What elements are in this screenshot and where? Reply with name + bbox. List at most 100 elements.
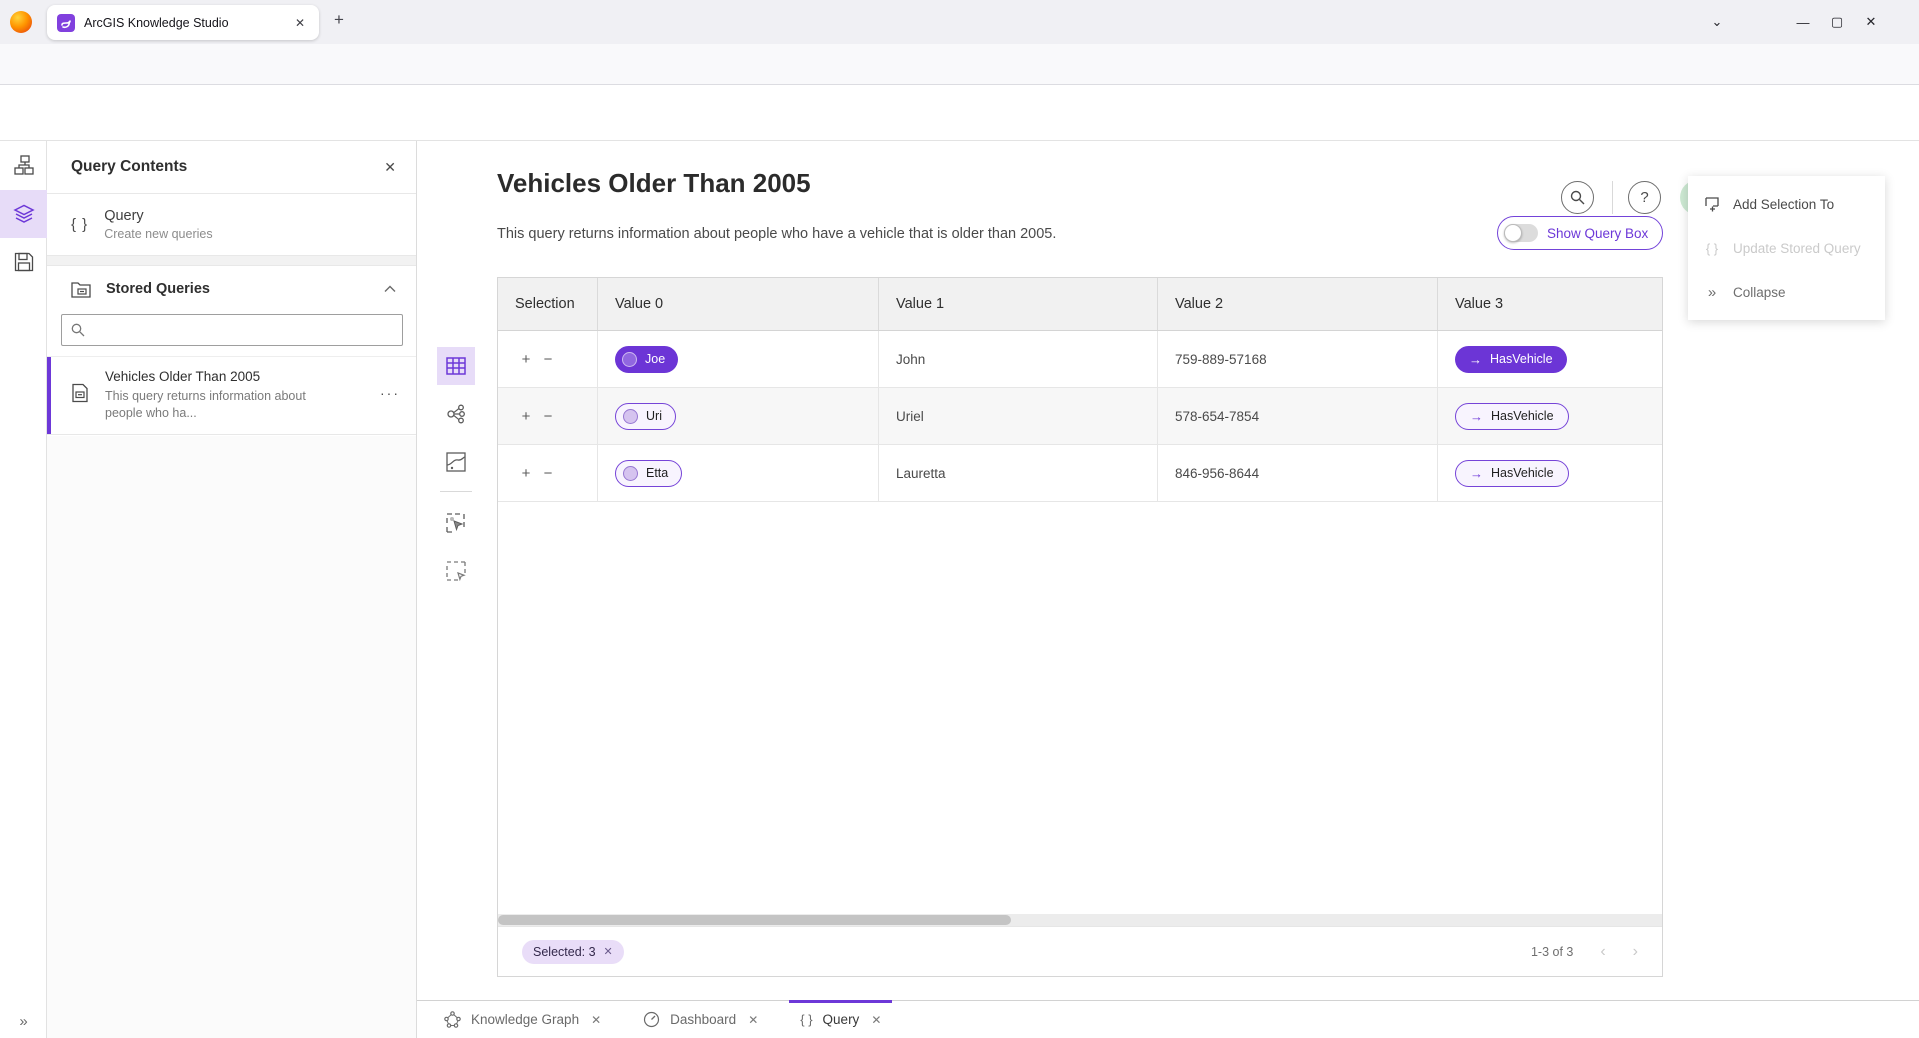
menu-item-label: Collapse: [1733, 285, 1786, 300]
sidebar-item-save[interactable]: [0, 238, 47, 286]
minimize-button[interactable]: —: [1786, 15, 1820, 30]
search-button[interactable]: [1561, 181, 1594, 214]
stored-queries-title: Stored Queries: [106, 281, 369, 297]
page-description: This query returns information about peo…: [497, 226, 1056, 242]
table-row[interactable]: + − Joe John 759-889-57168 → HasVehicle: [498, 331, 1662, 388]
table-view-button[interactable]: [437, 347, 475, 385]
close-panel-icon[interactable]: ✕: [384, 159, 396, 176]
help-button[interactable]: ?: [1628, 181, 1661, 214]
column-header[interactable]: Value 0: [598, 278, 879, 330]
header-divider: [1612, 181, 1613, 214]
column-header[interactable]: Value 3: [1438, 278, 1662, 330]
column-header[interactable]: Value 1: [879, 278, 1158, 330]
tab-query[interactable]: { } Query ✕: [779, 1001, 902, 1038]
menu-item-collapse[interactable]: » Collapse: [1688, 270, 1885, 314]
table-row[interactable]: + − Uri Uriel 578-654-7854 → HasVehicle: [498, 388, 1662, 445]
query-create-item[interactable]: { } Query Create new queries: [47, 194, 416, 256]
query-item-subtitle: Create new queries: [104, 227, 212, 241]
sidebar-item-data-model[interactable]: [0, 141, 47, 189]
entity-pill[interactable]: Uri: [615, 403, 676, 430]
column-header[interactable]: Selection: [498, 278, 598, 330]
add-to-selection-button[interactable]: +: [515, 408, 537, 425]
browser-tab[interactable]: ArcGIS Knowledge Studio ✕: [47, 5, 319, 40]
item-options-ellipsis-icon[interactable]: ···: [380, 385, 400, 401]
stored-query-document-icon: [71, 383, 89, 403]
new-tab-button[interactable]: +: [334, 10, 344, 30]
stored-queries-search[interactable]: [61, 314, 403, 346]
add-selection-icon: [1704, 196, 1720, 212]
remove-from-selection-button[interactable]: −: [537, 465, 559, 482]
dashed-selection-icon: [446, 561, 466, 581]
close-tab-icon[interactable]: ✕: [748, 1013, 758, 1027]
hierarchy-icon: [14, 155, 34, 175]
double-chevron-right-icon: »: [1702, 284, 1722, 301]
layers-icon: [13, 203, 35, 225]
close-tab-icon[interactable]: ✕: [871, 1013, 881, 1027]
table-header-row: Selection Value 0 Value 1 Value 2 Value …: [498, 278, 1662, 331]
sidebar-item-contents[interactable]: [0, 190, 47, 238]
select-tool-button[interactable]: [437, 552, 475, 590]
toggle-switch[interactable]: [1504, 224, 1538, 242]
clear-selection-icon[interactable]: ✕: [604, 945, 613, 958]
search-icon: [71, 323, 85, 337]
relationship-pill[interactable]: → HasVehicle: [1455, 346, 1567, 373]
stored-queries-header[interactable]: Stored Queries: [47, 266, 416, 312]
query-item-title: Query: [104, 208, 212, 224]
chevron-up-icon[interactable]: [384, 285, 396, 293]
entity-pill[interactable]: Joe: [615, 346, 678, 373]
remove-from-selection-button[interactable]: −: [537, 351, 559, 368]
panel-section-gap: [47, 256, 416, 266]
tab-knowledge-graph[interactable]: Knowledge Graph ✕: [423, 1001, 622, 1038]
cell-value: 846-956-8644: [1175, 466, 1259, 481]
previous-page-icon[interactable]: ‹: [1600, 943, 1605, 961]
show-query-box-toggle[interactable]: Show Query Box: [1497, 216, 1663, 250]
link-chart-view-button[interactable]: [437, 395, 475, 433]
cell-value: 578-654-7854: [1175, 409, 1259, 424]
selected-count-chip[interactable]: Selected: 3 ✕: [522, 940, 624, 964]
browser-tab-strip: ArcGIS Knowledge Studio ✕ + ⌄ — ▢ ✕: [0, 0, 1919, 44]
menu-item-update-stored-query[interactable]: { } Update Stored Query: [1688, 226, 1885, 270]
horizontal-scrollbar[interactable]: [498, 914, 1662, 926]
table-row[interactable]: + − Etta Lauretta 846-956-8644 → HasVehi…: [498, 445, 1662, 502]
page-info: 1-3 of 3: [1531, 945, 1573, 959]
menu-item-label: Update Stored Query: [1733, 241, 1861, 256]
left-icon-rail: »: [0, 141, 47, 1038]
menu-item-add-selection-to[interactable]: Add Selection To: [1688, 182, 1885, 226]
close-tab-icon[interactable]: ✕: [591, 1013, 601, 1027]
panel-title: Query Contents: [71, 158, 384, 176]
maximize-button[interactable]: ▢: [1820, 14, 1854, 30]
relationship-pill[interactable]: → HasVehicle: [1455, 403, 1569, 430]
graph-icon: [444, 1011, 461, 1028]
add-to-selection-button[interactable]: +: [515, 351, 537, 368]
stored-queries-search-input[interactable]: [92, 323, 393, 338]
map-view-button[interactable]: [437, 443, 475, 481]
remove-from-selection-button[interactable]: −: [537, 408, 559, 425]
expand-rail-button[interactable]: »: [0, 1013, 47, 1030]
tab-list-dropdown-icon[interactable]: ⌄: [1700, 14, 1734, 30]
scrollbar-thumb[interactable]: [498, 915, 1011, 925]
show-query-box-label: Show Query Box: [1547, 226, 1648, 241]
entity-pill[interactable]: Etta: [615, 460, 682, 487]
tab-close-icon[interactable]: ✕: [291, 14, 309, 32]
options-context-menu: Add Selection To { } Update Stored Query…: [1688, 176, 1885, 320]
column-header[interactable]: Value 2: [1158, 278, 1438, 330]
entity-node-icon: [623, 466, 638, 481]
selected-item-accent: [47, 357, 51, 434]
menu-item-label: Add Selection To: [1733, 197, 1834, 212]
firefox-icon[interactable]: [10, 11, 32, 33]
selected-count-label: Selected: 3: [533, 945, 596, 959]
entity-label: Etta: [646, 466, 668, 480]
search-icon: [1570, 190, 1585, 205]
page-title: Vehicles Older Than 2005: [497, 168, 811, 199]
tab-dashboard[interactable]: Dashboard ✕: [622, 1001, 779, 1038]
next-page-icon[interactable]: ›: [1633, 943, 1638, 961]
add-to-selection-button[interactable]: +: [515, 465, 537, 482]
browser-tab-title: ArcGIS Knowledge Studio: [84, 16, 282, 30]
content-tab-bar: Knowledge Graph ✕ Dashboard ✕ { } Query …: [417, 1000, 1919, 1038]
relationship-pill[interactable]: → HasVehicle: [1455, 460, 1569, 487]
arcgis-knowledge-favicon: [57, 14, 75, 32]
stored-query-list-item[interactable]: Vehicles Older Than 2005 This query retu…: [47, 356, 416, 435]
close-window-button[interactable]: ✕: [1854, 14, 1888, 30]
add-to-map-button[interactable]: [437, 504, 475, 542]
relationship-label: HasVehicle: [1491, 409, 1554, 423]
